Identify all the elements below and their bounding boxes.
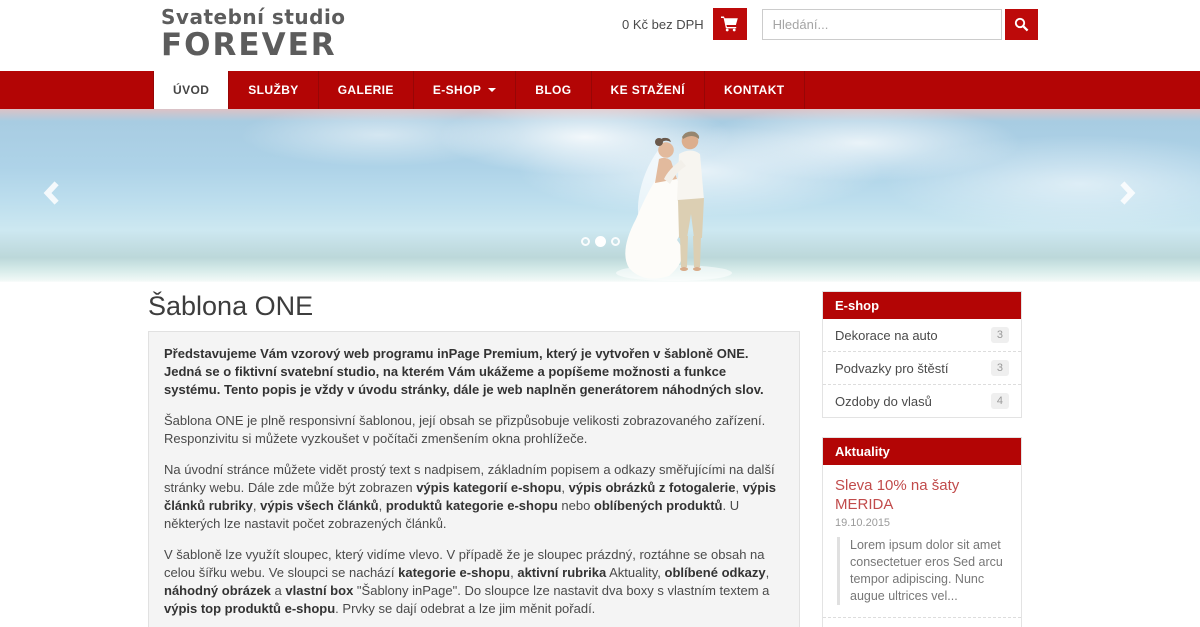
header-right: 0 Kč bez DPH [622, 8, 1038, 40]
cart-button[interactable] [713, 8, 747, 40]
news-item: Sleva 10% na šaty MERIDA 19.10.2015 Lore… [823, 465, 1021, 618]
sidebar: E-shop Dekorace na auto 3 Podvazky pro š… [822, 291, 1022, 627]
chevron-down-icon [488, 88, 496, 92]
page: Svatební studio FOREVER 0 Kč bez DPH [0, 0, 1200, 627]
search-input[interactable] [762, 9, 1002, 40]
content-paragraph: V šabloně lze využít sloupec, který vidí… [164, 546, 784, 618]
news-box: Aktuality Sleva 10% na šaty MERIDA 19.10… [822, 437, 1022, 627]
eshop-category-label: Podvazky pro štěstí [835, 361, 948, 376]
eshop-category-podvazky-pro-stesti[interactable]: Podvazky pro štěstí 3 [823, 352, 1021, 385]
eshop-box-title: E-shop [823, 292, 1021, 319]
count-badge: 3 [991, 360, 1009, 376]
chevron-left-icon [43, 181, 60, 205]
eshop-category-label: Dekorace na auto [835, 328, 938, 343]
nav-item-sluzby[interactable]: SLUŽBY [229, 71, 318, 109]
nav-item-eshop-label: E-SHOP [433, 83, 481, 97]
count-badge: 3 [991, 327, 1009, 343]
nav-item-blog[interactable]: BLOG [516, 71, 591, 109]
carousel-dots [0, 236, 1200, 247]
count-badge: 4 [991, 393, 1009, 409]
nav-list: ÚVOD SLUŽBY GALERIE E-SHOP BLOG KE STAŽE… [153, 71, 1200, 109]
content-paragraph: Na úvodní stránce můžete vidět prostý te… [164, 461, 784, 533]
eshop-box: E-shop Dekorace na auto 3 Podvazky pro š… [822, 291, 1022, 418]
news-excerpt: Lorem ipsum dolor sit amet consectetuer … [837, 537, 1009, 605]
page-title: Šablona ONE [148, 291, 313, 322]
nav-item-galerie[interactable]: GALERIE [319, 71, 414, 109]
eshop-category-ozdoby-do-vlasu[interactable]: Ozdoby do vlasů 4 [823, 385, 1021, 417]
nav-item-ke-stazeni[interactable]: KE STAŽENÍ [592, 71, 705, 109]
hero-slide-image [606, 121, 746, 282]
carousel-dot-1[interactable] [581, 237, 590, 246]
nav-item-eshop[interactable]: E-SHOP [414, 71, 516, 109]
carousel-dot-3[interactable] [611, 237, 620, 246]
shopping-cart-icon [721, 16, 738, 32]
nav-item-uvod[interactable]: ÚVOD [153, 71, 229, 109]
logo-line1: Svatební studio [161, 7, 346, 27]
content-paragraph: Šablona ONE je plně responsivní šablonou… [164, 412, 784, 448]
content-paragraph: Představujeme Vám vzorový web programu i… [164, 345, 784, 399]
site-logo[interactable]: Svatební studio FOREVER [161, 7, 346, 61]
main-navigation: ÚVOD SLUŽBY GALERIE E-SHOP BLOG KE STAŽE… [0, 71, 1200, 109]
logo-line2: FOREVER [161, 30, 346, 61]
hero-carousel [0, 109, 1200, 282]
news-item: Nový web svatebního studia Forever 19.10… [823, 618, 1021, 627]
news-box-title: Aktuality [823, 438, 1021, 465]
header: Svatební studio FOREVER 0 Kč bez DPH [0, 0, 1200, 71]
content-panel: Představujeme Vám vzorový web programu i… [148, 331, 800, 627]
search-button[interactable] [1005, 9, 1038, 40]
chevron-right-icon [1119, 181, 1136, 205]
news-link-sleva-10[interactable]: Sleva 10% na šaty MERIDA [835, 476, 1009, 514]
carousel-prev-button[interactable] [43, 181, 60, 205]
eshop-category-label: Ozdoby do vlasů [835, 394, 932, 409]
cart-total: 0 Kč bez DPH [622, 17, 704, 32]
news-date: 19.10.2015 [835, 517, 1009, 529]
eshop-category-dekorace-na-auto[interactable]: Dekorace na auto 3 [823, 319, 1021, 352]
carousel-next-button[interactable] [1119, 181, 1136, 205]
magnifier-icon [1014, 17, 1029, 32]
carousel-dot-2-active[interactable] [595, 236, 606, 247]
nav-item-kontakt[interactable]: KONTAKT [705, 71, 805, 109]
